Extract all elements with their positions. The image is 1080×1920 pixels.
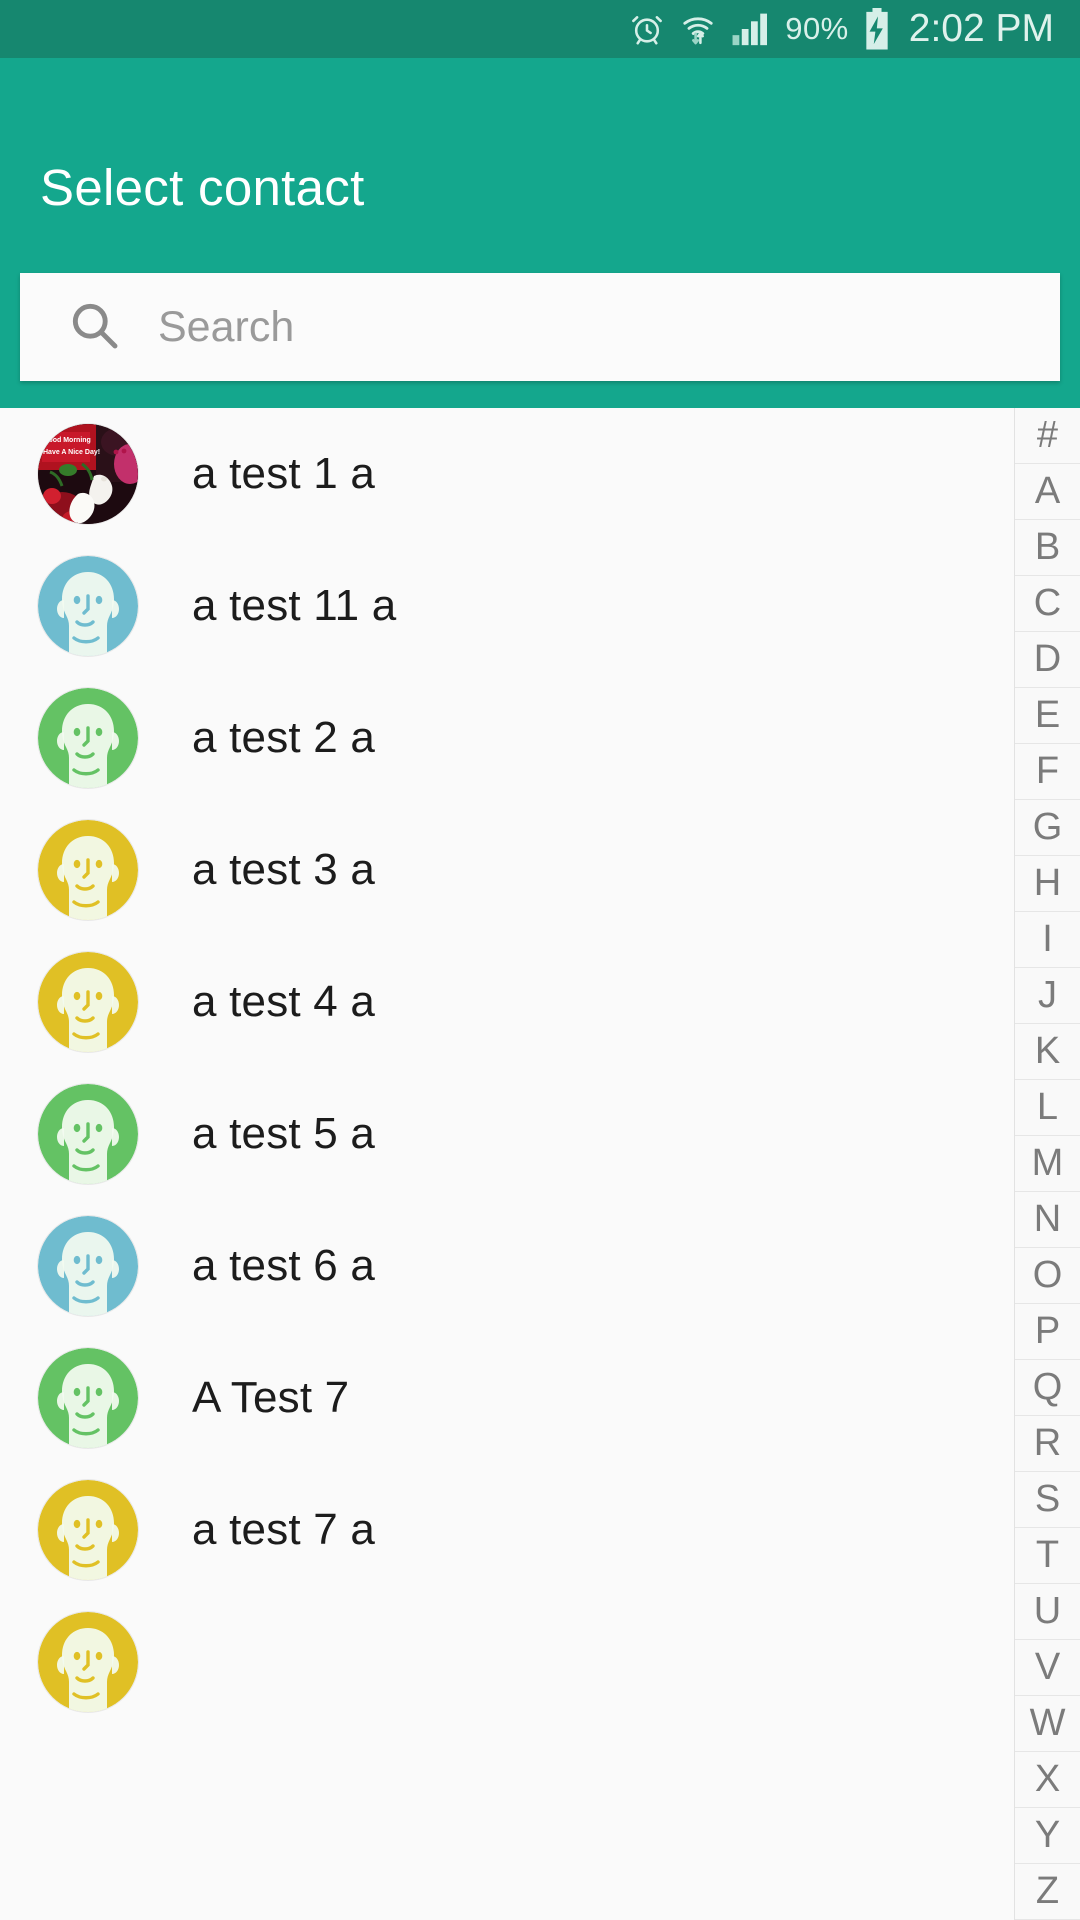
alpha-index-item[interactable]: # (1015, 408, 1080, 464)
alpha-index-item[interactable]: O (1015, 1248, 1080, 1304)
alpha-index-item[interactable]: K (1015, 1024, 1080, 1080)
alpha-index-item[interactable]: J (1015, 968, 1080, 1024)
alarm-clock-icon (629, 11, 665, 47)
contact-row[interactable]: a test 7 a (0, 1464, 1014, 1596)
app-bar: Select contact Search (0, 58, 1080, 408)
contact-row[interactable]: a test 4 a (0, 936, 1014, 1068)
alpha-index-item[interactable]: B (1015, 520, 1080, 576)
svg-text:Have A Nice Day!: Have A Nice Day! (43, 449, 100, 456)
alpha-index-item[interactable]: E (1015, 688, 1080, 744)
alpha-index-item[interactable]: N (1015, 1192, 1080, 1248)
contact-default-avatar-icon (38, 1216, 138, 1316)
alpha-index-item[interactable]: R (1015, 1416, 1080, 1472)
contact-default-avatar-icon (38, 1480, 138, 1580)
alpha-index-item[interactable]: C (1015, 576, 1080, 632)
alpha-index-item[interactable]: L (1015, 1080, 1080, 1136)
alpha-index-item[interactable]: F (1015, 744, 1080, 800)
contact-default-avatar-icon (38, 1348, 138, 1448)
search-icon (66, 297, 122, 358)
alpha-index-item[interactable]: D (1015, 632, 1080, 688)
page-title: Select contact (40, 159, 365, 216)
contact-default-avatar-icon (38, 952, 138, 1052)
alpha-index-item[interactable]: A (1015, 464, 1080, 520)
alpha-index-item[interactable]: X (1015, 1752, 1080, 1808)
alphabet-index-scrubber[interactable]: # A B C D E F G H I J K L M N O P Q R S T U V W X Y Z (1014, 408, 1080, 1920)
contact-name: A Test 7 (192, 1373, 350, 1422)
contact-name: a test 6 a (192, 1241, 376, 1290)
status-bar-clock: 2:02 PM (908, 7, 1054, 50)
battery-charging-icon (863, 8, 891, 50)
contact-name: a test 7 a (192, 1505, 376, 1554)
contact-name: a test 3 a (192, 845, 376, 894)
contact-name: a test 4 a (192, 977, 376, 1026)
alpha-index-item[interactable]: Q (1015, 1360, 1080, 1416)
alpha-index-item[interactable]: Y (1015, 1808, 1080, 1864)
search-input[interactable]: Search (20, 273, 1060, 381)
contact-default-avatar-icon (38, 556, 138, 656)
alpha-index-item[interactable]: W (1015, 1696, 1080, 1752)
cellular-signal-icon (731, 12, 771, 46)
contact-photo-avatar: Good Morning Have A Nice Day! (38, 424, 138, 524)
contact-row[interactable]: A Test 7 (0, 1332, 1014, 1464)
alpha-index-item[interactable]: M (1015, 1136, 1080, 1192)
alpha-index-item[interactable]: G (1015, 800, 1080, 856)
contact-default-avatar-icon (38, 1084, 138, 1184)
status-bar: 90% 2:02 PM (0, 0, 1080, 58)
contact-row[interactable]: Good Morning Have A Nice Day! a test 1 a (0, 408, 1014, 540)
contact-name: a test 11 a (192, 581, 397, 630)
contact-name: a test 1 a (192, 449, 376, 498)
contact-row[interactable]: a test 2 a (0, 672, 1014, 804)
alpha-index-item[interactable]: P (1015, 1304, 1080, 1360)
alpha-index-item[interactable]: Z (1015, 1864, 1080, 1920)
contact-default-avatar-icon (38, 688, 138, 788)
alpha-index-item[interactable]: H (1015, 856, 1080, 912)
contact-name: a test 5 a (192, 1109, 376, 1158)
wifi-transfer-icon (679, 11, 717, 47)
alpha-index-item[interactable]: S (1015, 1472, 1080, 1528)
alpha-index-item[interactable]: V (1015, 1640, 1080, 1696)
contact-row[interactable]: a test 3 a (0, 804, 1014, 936)
contact-row[interactable]: a test 6 a (0, 1200, 1014, 1332)
alpha-index-item[interactable]: I (1015, 912, 1080, 968)
alpha-index-item[interactable]: U (1015, 1584, 1080, 1640)
contact-row[interactable]: a test 5 a (0, 1068, 1014, 1200)
contact-default-avatar-icon (38, 1612, 138, 1712)
contact-list[interactable]: Good Morning Have A Nice Day! a test 1 a a … (0, 408, 1014, 1920)
alpha-index-item[interactable]: T (1015, 1528, 1080, 1584)
battery-percent-label: 90% (785, 11, 849, 46)
contact-row[interactable]: a test 11 a (0, 540, 1014, 672)
content-area: Good Morning Have A Nice Day! a test 1 a a … (0, 408, 1080, 1920)
search-placeholder: Search (158, 302, 295, 351)
svg-text:Good Morning: Good Morning (43, 437, 91, 444)
contact-default-avatar-icon (38, 820, 138, 920)
contact-row[interactable] (0, 1596, 1014, 1728)
contact-name: a test 2 a (192, 713, 376, 762)
